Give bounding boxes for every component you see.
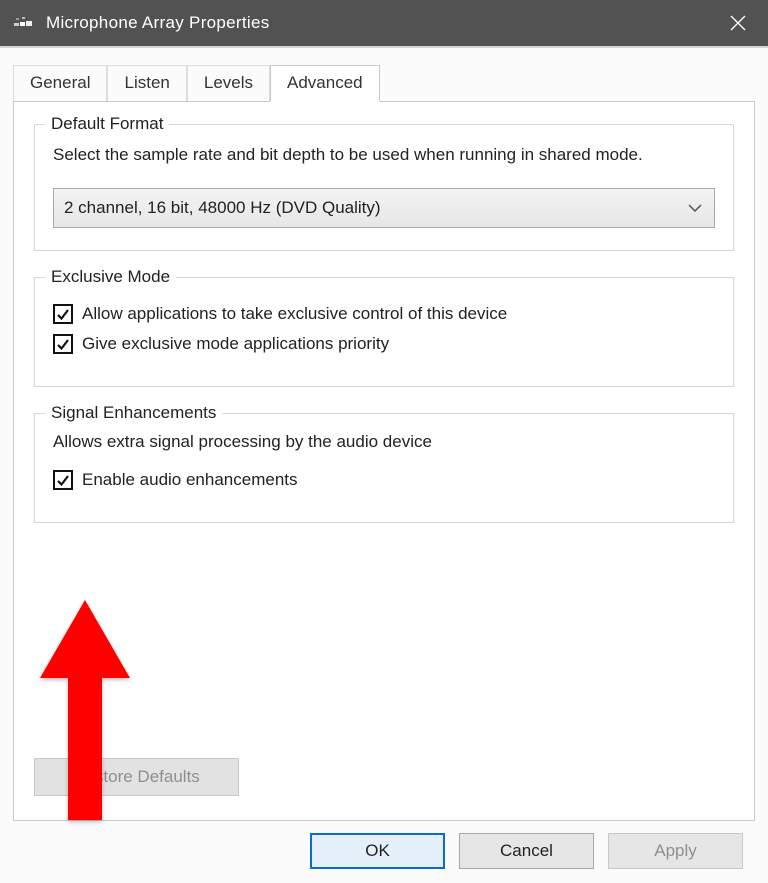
chevron-down-icon	[688, 199, 702, 216]
checkbox-allow-exclusive[interactable]: Allow applications to take exclusive con…	[53, 304, 715, 324]
exclusive-priority-label: Give exclusive mode applications priorit…	[82, 334, 389, 354]
exclusive-mode-legend: Exclusive Mode	[45, 267, 176, 287]
groupbox-default-format: Default Format Select the sample rate an…	[34, 124, 734, 251]
checkbox-exclusive-priority[interactable]: Give exclusive mode applications priorit…	[53, 334, 715, 354]
microphone-array-device-icon	[14, 14, 34, 32]
tab-listen[interactable]: Listen	[107, 65, 186, 101]
allow-exclusive-label: Allow applications to take exclusive con…	[82, 304, 507, 324]
default-format-legend: Default Format	[45, 114, 169, 134]
groupbox-signal-enhancements: Signal Enhancements Allows extra signal …	[34, 413, 734, 523]
tab-panel-advanced: Default Format Select the sample rate an…	[13, 101, 755, 821]
signal-enhancements-description: Allows extra signal processing by the au…	[53, 432, 715, 452]
tab-levels[interactable]: Levels	[187, 65, 270, 101]
groupbox-exclusive-mode: Exclusive Mode Allow applications to tak…	[34, 277, 734, 387]
enable-audio-enhancements-label: Enable audio enhancements	[82, 470, 298, 490]
close-button[interactable]	[708, 0, 768, 46]
ok-button[interactable]: OK	[310, 833, 445, 869]
window-title: Microphone Array Properties	[46, 13, 270, 33]
dialog-button-row: OK Cancel Apply	[13, 821, 755, 883]
restore-defaults-button[interactable]: Restore Defaults	[34, 758, 239, 796]
checkbox-icon	[53, 334, 73, 354]
titlebar: Microphone Array Properties	[0, 0, 768, 46]
tab-advanced[interactable]: Advanced	[270, 65, 380, 102]
default-format-selected: 2 channel, 16 bit, 48000 Hz (DVD Quality…	[64, 198, 381, 218]
checkbox-icon	[53, 304, 73, 324]
checkbox-enable-audio-enhancements[interactable]: Enable audio enhancements	[53, 470, 715, 490]
default-format-combobox[interactable]: 2 channel, 16 bit, 48000 Hz (DVD Quality…	[53, 188, 715, 228]
signal-enhancements-legend: Signal Enhancements	[45, 403, 222, 423]
cancel-button[interactable]: Cancel	[459, 833, 594, 869]
content-area: General Listen Levels Advanced Default F…	[0, 48, 768, 883]
checkbox-icon	[53, 470, 73, 490]
apply-button[interactable]: Apply	[608, 833, 743, 869]
tabstrip: General Listen Levels Advanced	[13, 65, 755, 101]
default-format-description: Select the sample rate and bit depth to …	[53, 143, 715, 168]
tab-general[interactable]: General	[13, 65, 107, 101]
